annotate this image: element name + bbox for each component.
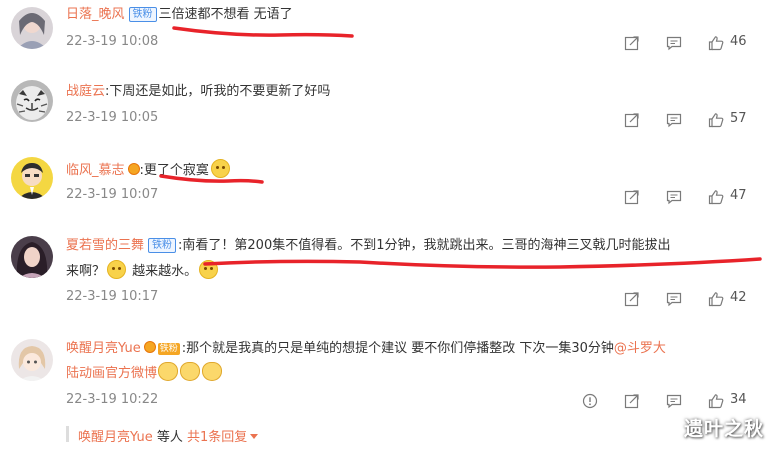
like-button[interactable]: 47 <box>708 187 778 207</box>
comment-icon <box>666 112 682 128</box>
like-count: 57 <box>730 111 747 126</box>
cat-emoji-icon <box>202 362 223 381</box>
username[interactable]: 夏若雪的三舞 <box>66 238 144 253</box>
cat-emoji-icon <box>158 362 179 381</box>
forward-icon <box>624 393 640 409</box>
comment-actions: 57 <box>582 110 782 132</box>
username[interactable]: 唤醒月亮Yue <box>66 341 141 356</box>
avatar[interactable] <box>11 236 53 278</box>
vip-crown-icon <box>127 163 140 175</box>
timestamp: 22-3-19 10:17 <box>66 289 159 304</box>
comment-text: 下周还是如此，听我的不要更新了好吗 <box>109 84 331 99</box>
reply-suffix: 等人 <box>156 430 183 445</box>
mention-link[interactable]: 陆动画官方微博 <box>66 366 157 381</box>
forward-icon <box>624 189 640 205</box>
report-icon <box>582 393 598 409</box>
comment-text: 那个就是我真的只是单纯的想提个建议 要不你们停播整改 下次一集30分钟 <box>186 341 614 356</box>
emoji-icon <box>210 159 230 178</box>
like-count: 47 <box>730 188 747 203</box>
reply-username[interactable]: 唤醒月亮Yue <box>78 430 153 445</box>
like-button[interactable]: 46 <box>708 33 778 53</box>
avatar[interactable] <box>11 157 53 199</box>
comment-actions: 34 <box>582 391 782 413</box>
comment-text: 三倍速都不想看 无语了 <box>158 7 293 22</box>
forward-icon <box>624 35 640 51</box>
timestamp: 22-3-19 10:22 <box>66 392 159 407</box>
comment-icon <box>666 291 682 307</box>
comment-actions: 46 <box>582 33 782 55</box>
like-count: 42 <box>730 290 747 305</box>
fan-badge: 铁粉 <box>148 238 177 253</box>
username[interactable]: 日落_晚风 <box>66 7 125 22</box>
like-button[interactable]: 42 <box>708 289 778 309</box>
fan-badge: 铁粉 <box>157 343 180 355</box>
comment-actions: 47 <box>582 187 782 209</box>
like-icon <box>708 291 724 307</box>
like-icon <box>708 189 724 205</box>
like-icon <box>708 35 724 51</box>
watermark: 遗叶之秋 <box>683 418 764 440</box>
username[interactable]: 临风_慕志 <box>66 163 125 178</box>
username[interactable]: 战庭云 <box>66 84 105 99</box>
comment-icon <box>666 393 682 409</box>
chevron-down-icon[interactable] <box>250 434 259 439</box>
comment-text: 越来越水。 <box>132 264 198 279</box>
like-icon <box>708 393 724 409</box>
comment-text: 南看了！第200集不值得看。不到1分钟，我就跳出来。三哥的海神三叉戟几时能拔出 <box>182 238 671 253</box>
reply-divider <box>66 426 69 442</box>
like-icon <box>708 112 724 128</box>
like-count: 46 <box>730 34 747 49</box>
avatar[interactable] <box>11 80 53 122</box>
like-count: 34 <box>730 392 747 407</box>
fan-badge: 铁粉 <box>128 7 157 22</box>
timestamp: 22-3-19 10:07 <box>66 187 159 202</box>
red-underline <box>172 26 354 38</box>
cat-emoji-icon <box>180 362 201 381</box>
vip-crown-icon <box>143 341 156 353</box>
comment-actions: 42 <box>582 289 782 311</box>
avatar[interactable] <box>11 7 53 49</box>
reply-count-link[interactable]: 共1条回复 <box>187 430 247 445</box>
timestamp: 22-3-19 10:08 <box>66 34 159 49</box>
comment-icon <box>666 189 682 205</box>
reply-summary[interactable]: 唤醒月亮Yue 等人 共1条回复 <box>78 426 259 445</box>
like-button[interactable]: 34 <box>708 391 778 411</box>
forward-icon <box>624 291 640 307</box>
timestamp: 22-3-19 10:05 <box>66 110 159 125</box>
comment-text: 更了个寂寞 <box>143 163 209 178</box>
emoji-icon <box>107 260 127 279</box>
emoji-icon <box>199 260 219 279</box>
mention-link[interactable]: @斗罗大 <box>614 341 666 356</box>
forward-icon <box>624 112 640 128</box>
comment-text: 来啊？ <box>66 264 106 279</box>
avatar[interactable] <box>11 339 53 381</box>
like-button[interactable]: 57 <box>708 110 778 130</box>
comment-icon <box>666 35 682 51</box>
